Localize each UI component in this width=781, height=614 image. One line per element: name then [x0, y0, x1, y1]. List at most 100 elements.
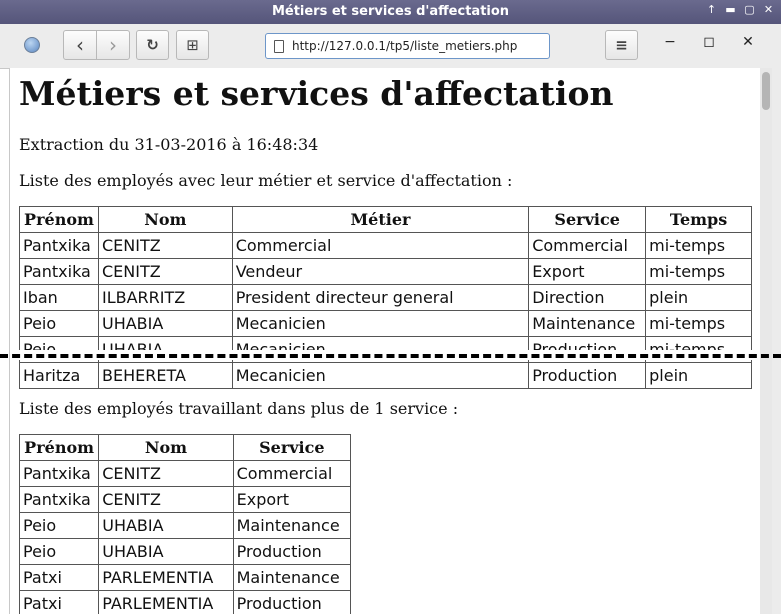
- table-header-row: Prénom Nom Métier Service Temps: [19, 206, 752, 233]
- cell-service: Production: [232, 590, 352, 614]
- table-row: Iban ILBARRITZ President directeur gener…: [19, 284, 752, 311]
- cell-service: Commercial: [232, 460, 352, 487]
- maximize-button[interactable]: ◻: [699, 34, 719, 50]
- maximize-icon: ◻: [703, 34, 715, 50]
- cell-temps: plein: [645, 284, 752, 311]
- cell-service: Maintenance: [232, 512, 352, 539]
- forward-button[interactable]: ›: [96, 30, 130, 60]
- globe-icon[interactable]: [24, 37, 40, 53]
- table-row: Pantxika CENITZ Commercial: [18, 460, 352, 487]
- cell-metier: Commercial: [231, 232, 530, 259]
- minimize-icon: −: [664, 34, 676, 50]
- close-icon: ✕: [742, 34, 754, 50]
- new-tab-icon: ⊞: [186, 36, 199, 54]
- cell-prenom: Patxi: [18, 564, 100, 591]
- extraction-date: Extraction du 31-03-2016 à 16:48:34: [19, 135, 319, 154]
- cell-nom: UHABIA: [98, 512, 234, 539]
- table-header-row: Prénom Nom Service: [18, 434, 352, 461]
- cell-nom: CENITZ: [98, 460, 234, 487]
- cell-temps: mi-temps: [645, 310, 752, 337]
- header-nom: Nom: [98, 434, 234, 461]
- new-tab-button[interactable]: ⊞: [176, 30, 209, 60]
- cell-service: Production: [528, 362, 647, 389]
- window-up-icon[interactable]: ↑: [705, 3, 718, 16]
- header-nom: Nom: [97, 206, 233, 233]
- cell-temps: mi-temps: [645, 258, 752, 285]
- table-row: Peio UHABIA Maintenance: [18, 512, 352, 539]
- cell-nom: CENITZ: [97, 258, 233, 285]
- back-button[interactable]: ‹: [63, 30, 97, 60]
- table-row: Pantxika CENITZ Commercial Commercial mi…: [19, 232, 752, 259]
- cell-prenom: Peio: [19, 310, 99, 337]
- table-row: Patxi PARLEMENTIA Production: [18, 590, 352, 614]
- window-close-icon[interactable]: ✕: [762, 3, 775, 16]
- menu-button[interactable]: ≡: [605, 30, 638, 60]
- list2-caption: Liste des employés travaillant dans plus…: [19, 399, 459, 418]
- window-title: Métiers et services d'affectation: [271, 4, 510, 19]
- minimize-button[interactable]: −: [660, 34, 680, 50]
- cell-nom: UHABIA: [97, 310, 233, 337]
- close-button[interactable]: ✕: [738, 34, 758, 50]
- cell-service: Export: [232, 486, 352, 513]
- cell-prenom: Peio: [18, 512, 100, 539]
- cut-separator: [0, 354, 781, 358]
- table-row: Pantxika CENITZ Export: [18, 486, 352, 513]
- table-row: Pantxika CENITZ Vendeur Export mi-temps: [19, 258, 752, 285]
- table-row: Haritza BEHERETA Mecanicien Production p…: [19, 362, 752, 389]
- cell-prenom: Patxi: [18, 590, 100, 614]
- document-icon: [274, 39, 284, 53]
- cell-nom: UHABIA: [98, 538, 234, 565]
- browser-toolbar: ‹ › ↻ ⊞ http://127.0.0.1/tp5/liste_metie…: [0, 24, 781, 69]
- header-prenom: Prénom: [19, 206, 99, 233]
- cell-service: Export: [528, 258, 647, 285]
- page-content: Métiers et services d'affectation Extrac…: [9, 68, 761, 614]
- url-bar[interactable]: http://127.0.0.1/tp5/liste_metiers.php: [265, 33, 550, 59]
- table-row: Peio UHABIA Mecanicien Maintenance mi-te…: [19, 310, 752, 337]
- vertical-scrollbar[interactable]: [760, 68, 772, 614]
- cell-metier: Mecanicien: [231, 310, 530, 337]
- cell-nom: CENITZ: [97, 232, 233, 259]
- header-temps: Temps: [645, 206, 752, 233]
- cell-nom: ILBARRITZ: [97, 284, 233, 311]
- cell-prenom: Pantxika: [19, 232, 99, 259]
- cell-metier: President directeur general: [231, 284, 530, 311]
- window-minimize-icon[interactable]: ▬: [724, 3, 737, 16]
- cell-prenom: Pantxika: [18, 486, 100, 513]
- window-titlebar: Métiers et services d'affectation ↑ ▬ ▢ …: [0, 0, 781, 24]
- cell-service: Direction: [528, 284, 647, 311]
- cell-prenom: Iban: [19, 284, 99, 311]
- scrollbar-thumb[interactable]: [762, 72, 770, 110]
- cell-nom: PARLEMENTIA: [98, 564, 234, 591]
- cell-service: Commercial: [528, 232, 647, 259]
- employees-table: Prénom Nom Métier Service Temps Pantxika…: [19, 206, 752, 389]
- window-maximize-icon[interactable]: ▢: [743, 3, 756, 16]
- cell-prenom: Peio: [18, 538, 100, 565]
- cell-prenom: Pantxika: [18, 460, 100, 487]
- menu-icon: ≡: [615, 36, 628, 54]
- cell-temps: mi-temps: [645, 232, 752, 259]
- reload-button[interactable]: ↻: [136, 30, 169, 60]
- cell-prenom: Pantxika: [19, 258, 99, 285]
- forward-icon: ›: [109, 33, 117, 57]
- list1-caption: Liste des employés avec leur métier et s…: [19, 171, 513, 190]
- cell-service: Maintenance: [528, 310, 647, 337]
- window-controls: ↑ ▬ ▢ ✕: [705, 3, 775, 16]
- cell-service: Maintenance: [232, 564, 352, 591]
- window-right-edge: [772, 68, 781, 614]
- table-row: Patxi PARLEMENTIA Maintenance: [18, 564, 352, 591]
- multi-service-table: Prénom Nom Service Pantxika CENITZ Comme…: [18, 434, 352, 614]
- header-service: Service: [528, 206, 647, 233]
- header-metier: Métier: [231, 206, 530, 233]
- url-text[interactable]: http://127.0.0.1/tp5/liste_metiers.php: [292, 39, 517, 53]
- cell-nom: BEHERETA: [97, 362, 233, 389]
- cell-prenom: Haritza: [19, 362, 99, 389]
- cell-service: Production: [232, 538, 352, 565]
- cell-nom: CENITZ: [98, 486, 234, 513]
- reload-icon: ↻: [146, 36, 159, 54]
- page-heading: Métiers et services d'affectation: [19, 74, 614, 113]
- cell-metier: Mecanicien: [231, 362, 530, 389]
- cell-nom: PARLEMENTIA: [98, 590, 234, 614]
- cell-metier: Vendeur: [231, 258, 530, 285]
- back-icon: ‹: [76, 33, 84, 57]
- header-service: Service: [232, 434, 352, 461]
